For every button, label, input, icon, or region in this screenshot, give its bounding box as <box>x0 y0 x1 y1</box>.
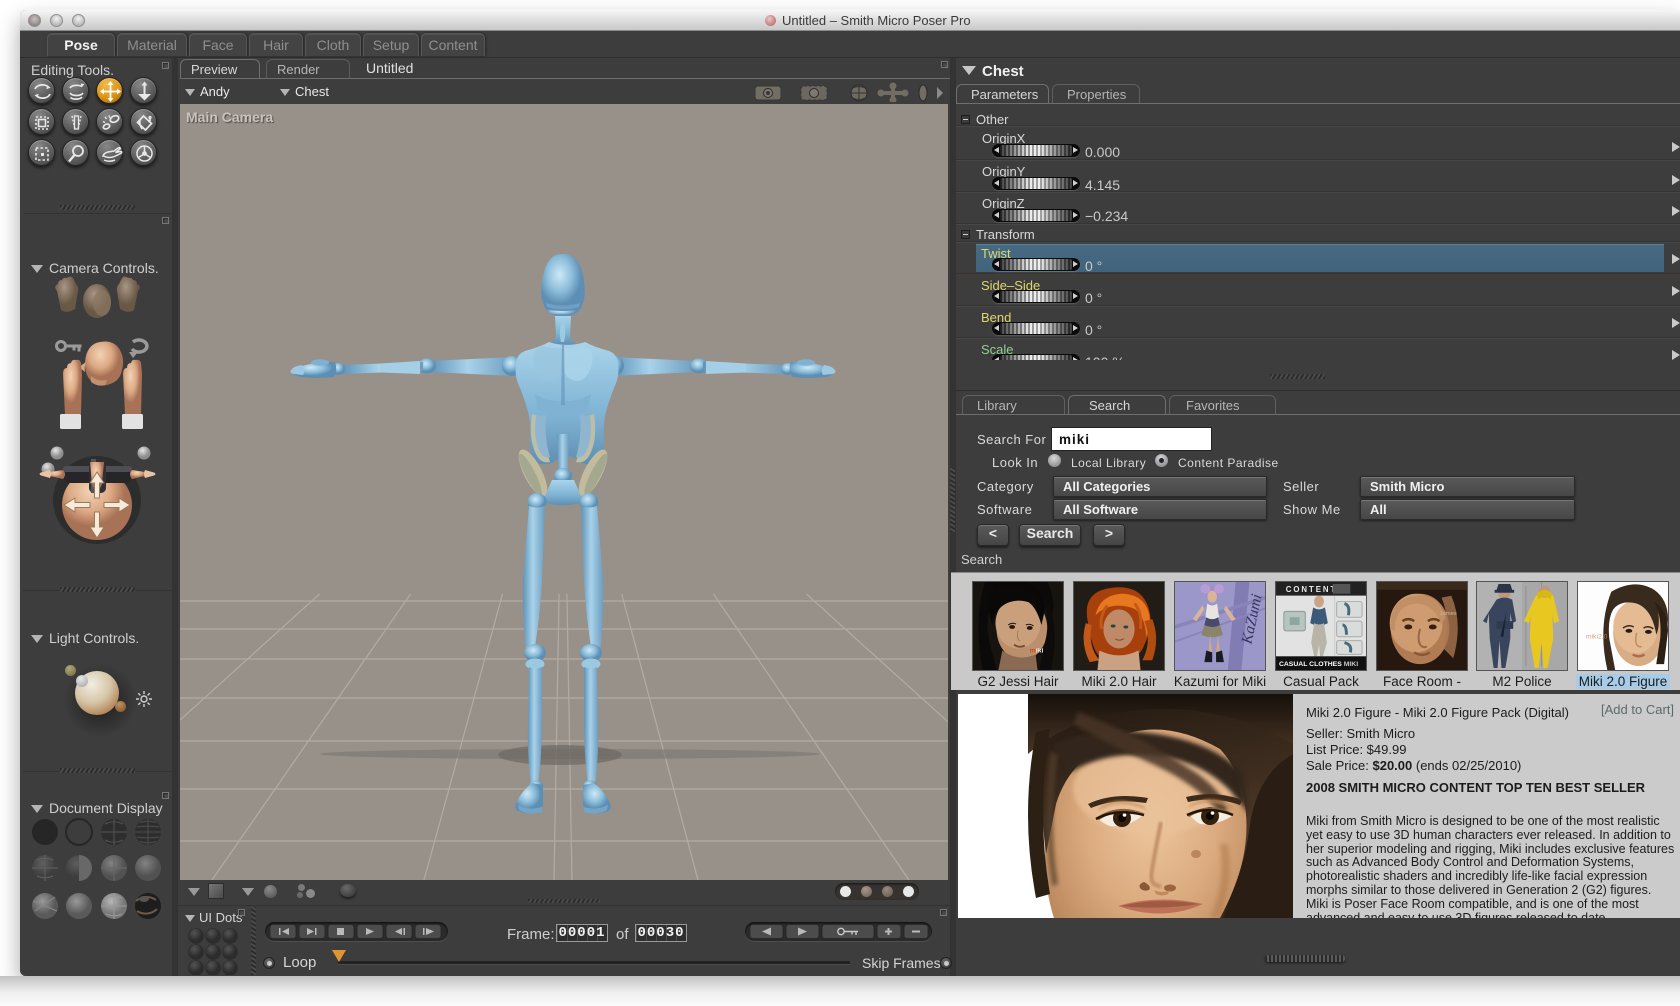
svg-text:miki: miki <box>1030 647 1044 654</box>
svg-text:CASUAL CLOTHES MIKI: CASUAL CLOTHES MIKI <box>1279 661 1358 668</box>
svg-text:miki2.0: miki2.0 <box>1586 634 1608 641</box>
svg-text:James: James <box>1440 611 1457 617</box>
svg-text:CONTENT: CONTENT <box>1286 585 1337 594</box>
